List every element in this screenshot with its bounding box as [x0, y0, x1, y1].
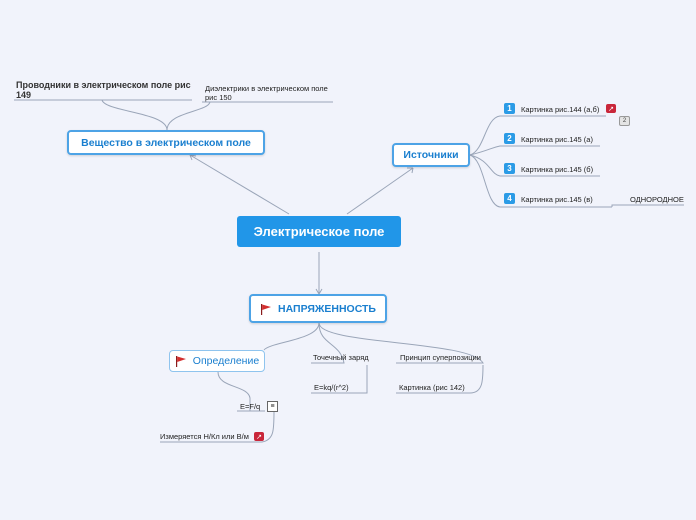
conductors-topic[interactable]: Проводники в электрическом поле рис 149: [16, 80, 192, 100]
connector-lines: [14, 99, 684, 443]
dielectrics-topic[interactable]: Диэлектрики в электрическом поле рис 150: [205, 84, 335, 102]
superposition-picture-topic[interactable]: Картинка (рис 142): [399, 383, 465, 392]
point-formula-topic[interactable]: E=kq/(r^2): [314, 383, 349, 392]
number-3-icon: 3: [504, 163, 515, 174]
central-node[interactable]: Электрическое поле: [237, 216, 401, 247]
sources-node[interactable]: Источники: [392, 143, 470, 167]
note-icon[interactable]: ≡: [267, 401, 278, 412]
uniform-topic[interactable]: ОДНОРОДНОЕ: [630, 195, 684, 204]
number-2-icon: 2: [504, 133, 515, 144]
units-topic[interactable]: Измеряется Н/Кл или В/м: [160, 432, 249, 441]
definition-label: Определение: [192, 355, 260, 367]
substance-node[interactable]: Вещество в электрическом поле: [67, 130, 265, 155]
definition-node[interactable]: Определение: [169, 350, 265, 372]
link-icon[interactable]: ↗: [254, 432, 264, 441]
number-1-icon: 1: [504, 103, 515, 114]
superposition-topic[interactable]: Принцип суперпозиции: [400, 353, 481, 362]
source-item-3[interactable]: Картинка рис.145 (б): [521, 165, 593, 174]
source-item-2[interactable]: Картинка рис.145 (а): [521, 135, 593, 144]
source-item-1[interactable]: Картинка рис.144 (а,б): [521, 105, 599, 114]
source-item-4[interactable]: Картинка рис.145 (в): [521, 195, 593, 204]
point-charge-topic[interactable]: Точечный заряд: [313, 353, 369, 362]
count-badge[interactable]: 2: [619, 116, 630, 126]
conductors-label: Проводники в электрическом поле рис 149: [16, 80, 191, 100]
flag-icon: [261, 303, 271, 315]
tension-node[interactable]: НАПРЯЖЕННОСТЬ: [249, 294, 387, 323]
number-4-icon: 4: [504, 193, 515, 204]
flag-icon: [175, 356, 186, 367]
tension-label: НАПРЯЖЕННОСТЬ: [278, 302, 376, 315]
link-icon[interactable]: ↗: [606, 104, 616, 113]
formula-topic[interactable]: E=F/q: [240, 402, 260, 411]
